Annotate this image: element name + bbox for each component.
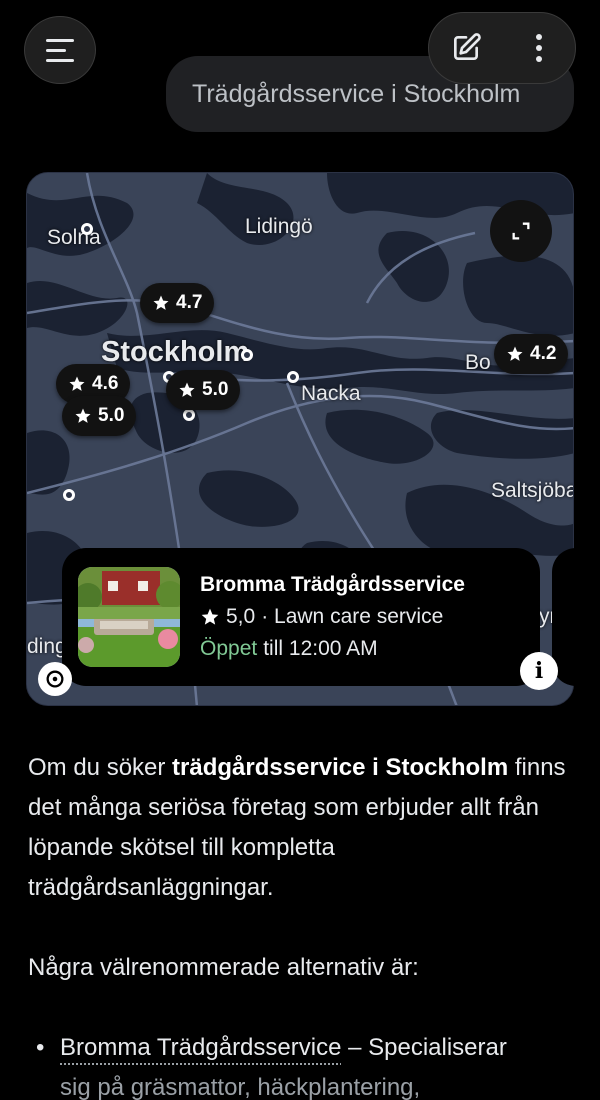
list-item-text: – Specialiserar	[341, 1034, 507, 1061]
map-label-edge: ding	[27, 635, 67, 658]
map-label-stockholm: Stockholm	[101, 336, 250, 368]
answer-bold-run: trädgårdsservice i Stockholm	[172, 754, 509, 781]
rating-pin[interactable]: 5.0	[62, 396, 137, 436]
open-status: Öppet	[200, 637, 258, 660]
rating-pin-value: 5.0	[98, 405, 125, 426]
place-category: · Lawn care service	[261, 605, 444, 628]
more-vert-icon	[535, 34, 542, 62]
star-icon	[75, 408, 91, 423]
star-icon	[69, 376, 85, 391]
place-rating: 5,0	[226, 605, 256, 628]
action-pill	[428, 12, 576, 84]
rating-pin-value: 4.2	[530, 343, 557, 364]
map-place-dot[interactable]	[241, 349, 253, 361]
business-link[interactable]: Bromma Trädgårdsservice	[60, 1034, 341, 1061]
fullscreen-icon	[512, 222, 530, 240]
map-label-nacka: Nacka	[301, 382, 361, 405]
place-card[interactable]: Bromma Trädgårdsservice 5,0 · Lawn care …	[62, 548, 540, 686]
star-icon	[507, 346, 523, 361]
edit-icon	[453, 33, 481, 60]
list-item: Bromma Trädgårdsservice – Specialiserar s…	[28, 1028, 576, 1100]
rating-pin-value: 5.0	[202, 379, 229, 400]
star-icon	[201, 608, 219, 625]
menu-button[interactable]	[24, 16, 96, 84]
star-icon	[179, 382, 195, 397]
info-icon[interactable]: i	[520, 652, 558, 690]
rating-pin-value: 4.7	[176, 292, 203, 313]
expand-map-button[interactable]	[490, 200, 552, 262]
map-place-dot[interactable]	[63, 489, 75, 501]
place-name[interactable]: Bromma Trädgårdsservice	[200, 573, 465, 597]
place-thumbnail	[78, 567, 180, 667]
menu-icon	[46, 38, 74, 62]
rating-pin[interactable]: 4.2	[494, 334, 569, 374]
map-label-lidingo: Lidingö	[245, 215, 313, 238]
place-rating-line: 5,0 · Lawn care service	[200, 605, 465, 629]
map-place-dot[interactable]	[287, 371, 299, 383]
rating-pin[interactable]: 4.7	[140, 283, 215, 323]
rating-pin[interactable]: 5.0	[166, 370, 241, 410]
star-icon	[153, 295, 169, 310]
map-label-bo: Bo	[465, 351, 491, 374]
more-options-button[interactable]	[502, 12, 575, 84]
map-place-dot[interactable]	[183, 409, 195, 421]
opening-hours: till 12:00 AM	[263, 637, 378, 660]
answer-text: Om du söker trädgårdsservice i Stockholm…	[28, 748, 576, 1100]
answer-text-run: Om du söker	[28, 754, 173, 781]
map-place-dot[interactable]	[81, 223, 93, 235]
place-hours-line: Öppet till 12:00 AM	[200, 637, 465, 661]
next-place-card-peek[interactable]	[552, 548, 592, 686]
answer-paragraph-2: Några välrenommerade alternativ är:	[28, 954, 419, 981]
answer-list: Bromma Trädgårdsservice – Specialiserar s…	[28, 1028, 576, 1100]
map-label-saltsjobaden: Saltsjöba	[491, 479, 574, 502]
list-item-text-faded: sig på gräsmattor, häckplantering,	[60, 1074, 421, 1100]
edit-button[interactable]	[429, 12, 502, 84]
map-layers-icon[interactable]	[38, 662, 72, 696]
rating-pin-value: 4.6	[92, 373, 119, 394]
answer-paragraph-1: Om du söker trädgårdsservice i Stockholm…	[28, 748, 576, 908]
